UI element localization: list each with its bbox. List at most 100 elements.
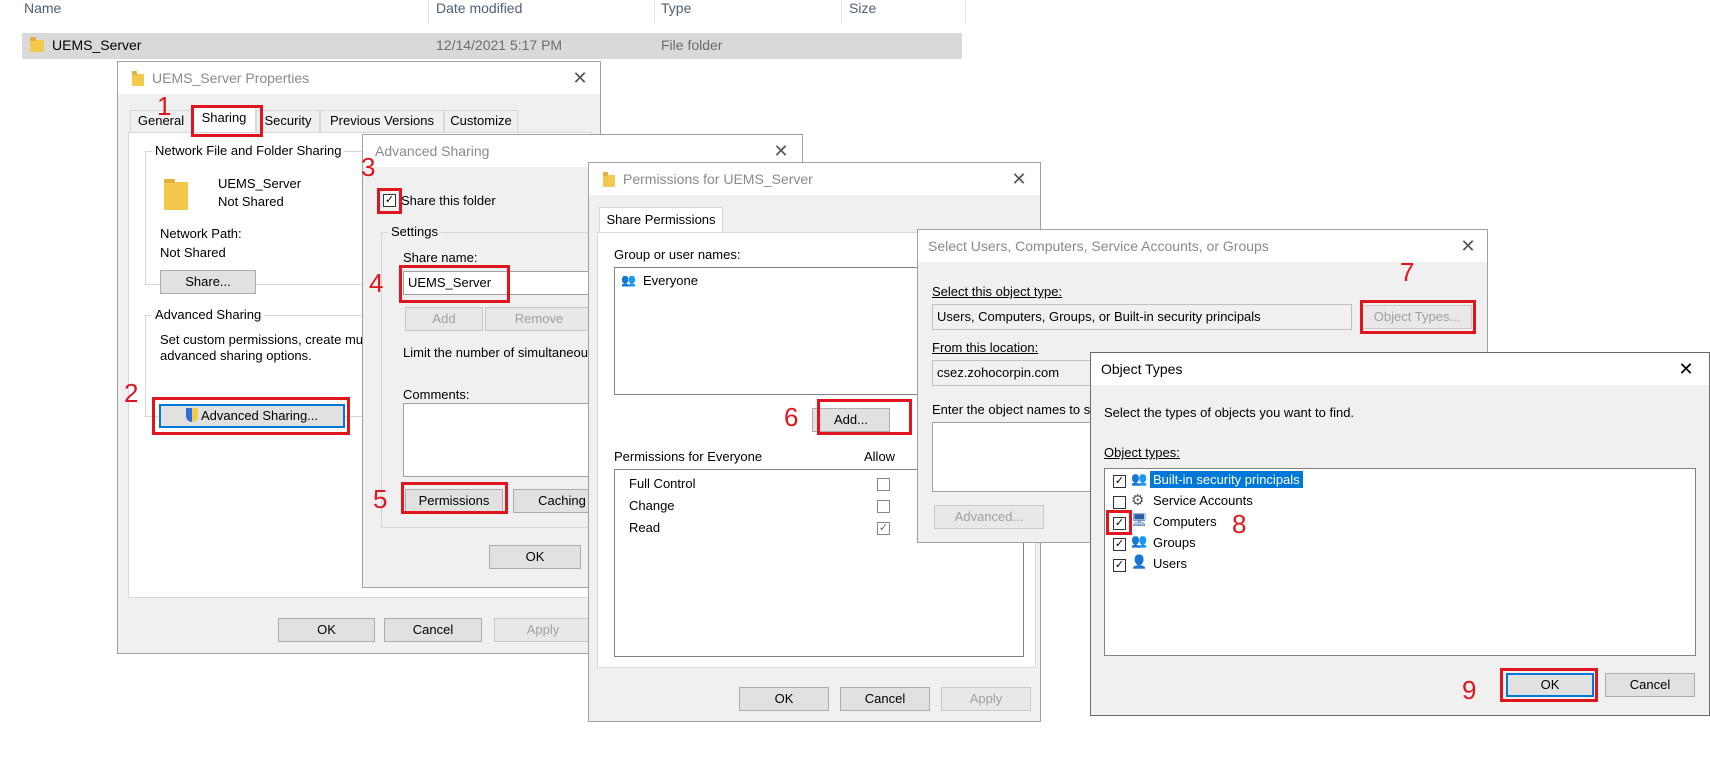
advanced-sharing-group-title: Advanced Sharing: [152, 307, 265, 322]
highlight-advanced-sharing-button: [152, 397, 350, 435]
computer-icon: 🖥: [1131, 512, 1148, 527]
object-types-dialog: Object Types ✕ Select the types of objec…: [1090, 352, 1710, 716]
close-icon[interactable]: ✕: [1676, 359, 1696, 379]
properties-title: UEMS_Server Properties: [152, 70, 310, 86]
share-name-label: Share name:: [403, 250, 478, 265]
ok-button[interactable]: OK: [739, 687, 829, 711]
step-number: 1: [157, 91, 172, 121]
enter-names-label: Enter the object names to s: [932, 402, 1091, 417]
object-types-titlebar: Object Types ✕: [1091, 353, 1709, 385]
column-divider: [428, 0, 429, 24]
step-number: 7: [1400, 257, 1415, 287]
groups-icon: 👥: [1131, 533, 1148, 548]
permission-row-label: Read: [629, 520, 661, 535]
ok-button[interactable]: OK: [278, 618, 375, 642]
network-path-value: Not Shared: [160, 245, 226, 260]
object-names-input[interactable]: [932, 422, 1098, 492]
highlight-permissions-button: [401, 482, 508, 514]
column-divider: [841, 0, 842, 24]
users-icon: 👥: [621, 273, 636, 287]
file-type: File folder: [661, 37, 723, 53]
apply-button[interactable]: Apply: [494, 618, 592, 642]
checkbox-users[interactable]: ✓: [1113, 559, 1126, 572]
close-icon[interactable]: ✕: [1009, 169, 1029, 189]
step-number: 2: [124, 378, 139, 408]
checkbox-built-in-security-principals[interactable]: ✓: [1113, 475, 1126, 488]
object-type-field: Users, Computers, Groups, or Built-in se…: [932, 304, 1352, 330]
permissions-titlebar: Permissions for UEMS_Server ✕: [589, 163, 1040, 195]
step-number: 8: [1232, 509, 1247, 539]
allow-checkbox[interactable]: [877, 500, 890, 513]
object-type-label: Select this object type:: [932, 284, 1063, 299]
network-sharing-group-title: Network File and Folder Sharing: [152, 143, 345, 158]
checkbox-service-accounts[interactable]: [1113, 496, 1126, 509]
highlight-object-types-button: [1360, 300, 1476, 334]
highlight-share-name: [399, 265, 510, 303]
apply-button[interactable]: Apply: [941, 687, 1031, 711]
folder-icon: [603, 172, 615, 187]
object-types-title: Object Types: [1101, 361, 1183, 377]
limit-users-label: Limit the number of simultaneou: [403, 345, 588, 360]
close-icon[interactable]: ✕: [570, 68, 590, 88]
cancel-button[interactable]: Cancel: [1605, 673, 1695, 697]
column-name[interactable]: Name: [24, 0, 61, 16]
file-date: 12/14/2021 5:17 PM: [436, 37, 563, 53]
cancel-button[interactable]: Cancel: [384, 618, 482, 642]
object-types-listbox[interactable]: ✓ 👥 Built-in security principals ⚙ Servi…: [1104, 468, 1696, 656]
advanced-sharing-description: Set custom permissions, create mu: [160, 332, 364, 347]
highlight-share-checkbox: [377, 188, 402, 214]
share-button[interactable]: Share...: [160, 270, 256, 294]
cancel-button[interactable]: Cancel: [840, 687, 930, 711]
remove-button[interactable]: Remove: [485, 307, 593, 331]
tab-share-permissions[interactable]: Share Permissions: [599, 207, 723, 233]
column-date-modified[interactable]: Date modified: [436, 0, 522, 16]
service-accounts-icon: ⚙: [1131, 492, 1145, 509]
close-icon[interactable]: ✕: [1458, 236, 1478, 256]
location-label: From this location:: [932, 340, 1039, 355]
step-number: 4: [369, 268, 384, 298]
folder-icon: [164, 179, 188, 210]
step-number: 3: [361, 152, 376, 182]
list-item-groups[interactable]: Groups: [1153, 535, 1196, 550]
file-row[interactable]: UEMS_Server 12/14/2021 5:17 PM File fold…: [22, 33, 962, 59]
share-this-folder-label: Share this folder: [401, 193, 496, 208]
tab-customize[interactable]: Customize: [444, 110, 518, 133]
permission-row-label: Full Control: [629, 476, 696, 491]
step-number: 6: [784, 402, 799, 432]
add-button[interactable]: Add: [405, 307, 483, 331]
location-field: csez.zohocorpin.com: [932, 360, 1098, 386]
highlight-add-button: [817, 399, 912, 435]
column-divider: [654, 0, 655, 24]
allow-checkbox[interactable]: ✓: [877, 522, 890, 535]
highlight-ok-button: [1500, 668, 1598, 702]
tab-security[interactable]: Security: [256, 110, 320, 133]
folder-name: UEMS_Server: [218, 176, 302, 191]
allow-checkbox[interactable]: [877, 478, 890, 491]
list-item-computers[interactable]: Computers: [1153, 514, 1217, 529]
user-icon: 👤: [1131, 554, 1148, 569]
list-item-service-accounts[interactable]: Service Accounts: [1153, 493, 1253, 508]
column-size[interactable]: Size: [849, 0, 876, 16]
list-item-users[interactable]: Users: [1153, 556, 1187, 571]
select-users-title: Select Users, Computers, Service Account…: [928, 238, 1269, 254]
highlight-sharing-tab: [191, 105, 263, 137]
folder-icon: [30, 37, 44, 52]
highlight-computers-checkbox: [1106, 510, 1132, 535]
advanced-title: Advanced Sharing: [375, 143, 490, 159]
group-user-names-label: Group or user names:: [614, 247, 741, 262]
object-types-description: Select the types of objects you want to …: [1104, 405, 1355, 420]
advanced-button[interactable]: Advanced...: [934, 505, 1044, 529]
folder-status: Not Shared: [218, 194, 284, 209]
network-path-label: Network Path:: [160, 226, 242, 241]
column-type[interactable]: Type: [661, 0, 691, 16]
close-icon[interactable]: ✕: [771, 141, 791, 161]
tab-previous-versions[interactable]: Previous Versions: [320, 110, 444, 133]
advanced-sharing-description-2: advanced sharing options.: [160, 348, 312, 363]
allow-header: Allow: [864, 449, 896, 464]
step-number: 5: [373, 484, 388, 514]
list-item-built-in-security-principals[interactable]: Built-in security principals: [1150, 471, 1303, 488]
checkbox-groups[interactable]: ✓: [1113, 538, 1126, 551]
ok-button[interactable]: OK: [489, 545, 581, 569]
object-types-list-label: Object types:: [1104, 445, 1180, 460]
list-item[interactable]: Everyone: [643, 273, 698, 288]
